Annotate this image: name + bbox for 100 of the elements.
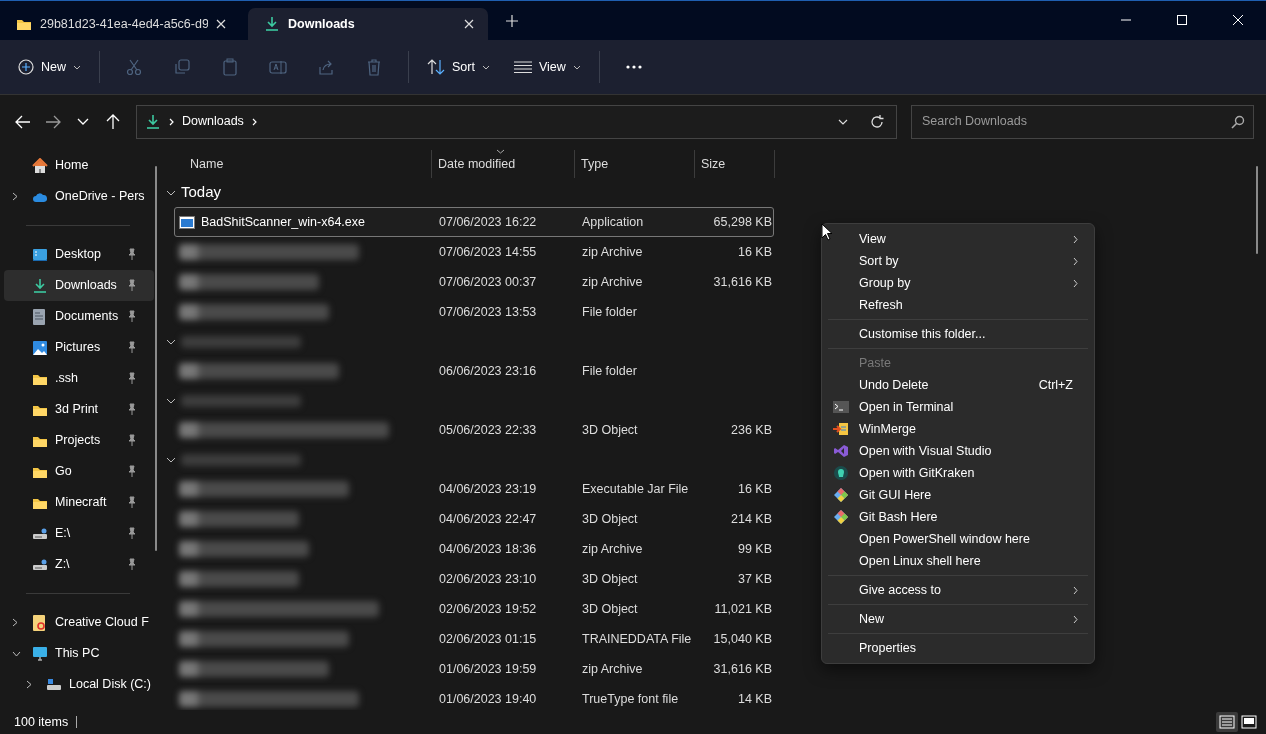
search-field[interactable]: Search Downloads [911,104,1254,139]
chevron-down-icon[interactable] [166,397,176,404]
date-cell-text: 02/06/2023 01:15 [438,630,538,648]
sidebar-item[interactable]: Pictures [4,332,154,363]
sidebar-item[interactable]: E:\ [4,518,154,549]
sidebar-item[interactable]: Projects [4,425,154,456]
git-icon [833,510,849,524]
close-icon[interactable] [216,19,226,29]
menu-item[interactable]: Open with Visual Studio [826,440,1090,462]
file-row[interactable]: 01/06/2023 19:59 zip Archive 31,616 KB [174,654,774,684]
menu-item[interactable]: Git Bash Here [826,506,1090,528]
sidebar-item[interactable]: Local Disk (C:) [18,669,154,700]
menu-item[interactable]: Group by [826,272,1090,294]
menu-item[interactable]: Customise this folder... [826,323,1090,345]
sidebar-item[interactable]: Desktop [4,239,154,270]
view-button[interactable]: View [505,49,589,85]
column-header[interactable]: Size [695,150,775,178]
chevron-down-icon[interactable] [838,118,848,125]
sidebar-item[interactable]: 3d Print [4,394,154,425]
close-icon[interactable] [464,19,474,29]
size-cell-text: 99 KB [736,540,773,558]
menu-item[interactable]: Open Linux shell here [826,550,1090,572]
file-row[interactable]: 02/06/2023 23:10 3D Object 37 KB [174,564,774,594]
file-row[interactable]: 07/06/2023 14:55 zip Archive 16 KB [174,237,774,267]
sidebar-item[interactable]: Minecraft [4,487,154,518]
column-header[interactable]: Type [575,150,695,178]
type-cell-text: File folder [581,303,638,321]
sidebar-item[interactable]: Home [4,150,154,181]
menu-item[interactable]: WinMerge [826,418,1090,440]
file-row[interactable]: 04/06/2023 18:36 zip Archive 99 KB [174,534,774,564]
type-cell-text: 3D Object [581,510,639,528]
menu-item[interactable]: Give access to [826,579,1090,601]
menu-item[interactable]: Undo Delete Ctrl+Z [826,374,1090,396]
rename-icon [269,58,287,76]
file-row[interactable]: 06/06/2023 23:16 File folder [174,356,774,386]
date-cell-text: 07/06/2023 14:55 [438,243,538,261]
refresh-icon[interactable] [870,114,884,129]
folder-icon [16,17,32,31]
type-cell-text: TrueType font file [581,690,680,708]
file-name[interactable]: BadShitScanner_win-x64.exe [201,212,365,232]
file-row[interactable]: 02/06/2023 19:52 3D Object 11,021 KB [174,594,774,624]
file-row[interactable]: 01/06/2023 19:40 TrueType font file 14 KB [174,684,774,714]
details-view-button[interactable] [1216,712,1238,732]
chevron-down-icon[interactable] [166,338,176,345]
trash-icon [365,58,383,76]
merge-icon [833,422,849,436]
menu-item[interactable]: Sort by [826,250,1090,272]
sort-button[interactable]: Sort [419,49,498,85]
column-header[interactable]: Date modified [432,150,575,178]
sidebar-item[interactable]: Documents [4,301,154,332]
file-row[interactable]: 04/06/2023 22:47 3D Object 214 KB [174,504,774,534]
chevron-down-icon[interactable] [166,456,176,463]
file-row[interactable]: 05/06/2023 22:33 3D Object 236 KB [174,415,774,445]
column-header[interactable]: Name [174,150,432,178]
date-cell-text: 06/06/2023 23:16 [438,362,538,380]
address-bar[interactable]: Downloads [136,104,897,139]
tab[interactable]: 29b81d23-41ea-4ed4-a5c6-d9 [0,8,240,40]
chevron-down-icon[interactable] [12,650,21,657]
file-row[interactable]: 07/06/2023 00:37 zip Archive 31,616 KB [174,267,774,297]
search-input[interactable]: Search Downloads [920,111,1231,132]
menu-item[interactable]: New [826,608,1090,630]
chevron-right-icon [169,117,174,126]
new-button[interactable]: New [10,49,89,85]
menu-item[interactable]: Git GUI Here [826,484,1090,506]
picture-icon [32,339,48,356]
plus-circle-icon [18,59,34,75]
scrollbar[interactable] [155,166,157,551]
file-row[interactable]: 02/06/2023 01:15 TRAINEDDATA File 15,040 KB [174,624,774,654]
type-cell-text: TRAINEDDATA File [581,630,693,648]
menu-item[interactable]: Open in Terminal [826,396,1090,418]
scrollbar[interactable] [1256,166,1258,254]
file-row[interactable]: BadShitScanner_win-x64.exe 07/06/2023 16:22 Application 65,298 KB [174,207,774,237]
menu-item[interactable]: Properties [826,637,1090,659]
file-row[interactable]: 04/06/2023 23:19 Executable Jar File 16 KB [174,474,774,504]
sidebar-item[interactable]: Downloads [4,270,154,301]
chevron-right-icon[interactable] [12,618,18,627]
chevron-right-icon[interactable] [12,192,18,201]
sidebar-item[interactable]: OneDrive - Pers [4,181,154,212]
size-cell-text: 236 KB [730,421,773,439]
menu-item[interactable]: Open PowerShell window here [826,528,1090,550]
download-icon [264,16,280,32]
maximize-icon [1177,15,1187,25]
sidebar-item[interactable]: Go [4,456,154,487]
tiles-view-button[interactable] [1238,712,1260,732]
group-header[interactable]: Today [181,181,222,204]
size-cell-text: 16 KB [736,480,773,498]
menu-item[interactable]: Refresh [826,294,1090,316]
sidebar-item[interactable]: Creative Cloud F [4,607,154,638]
menu-item[interactable]: Open with GitKraken [826,462,1090,484]
sidebar-item[interactable]: .ssh [4,363,154,394]
tab[interactable]: Downloads [248,8,488,40]
date-cell-text: 01/06/2023 19:40 [438,690,538,708]
file-row[interactable]: 07/06/2023 13:53 File folder [174,297,774,327]
type-cell-text: Executable Jar File [581,480,690,498]
sidebar-item[interactable]: This PC [4,638,154,669]
chevron-right-icon[interactable] [26,680,32,689]
chevron-down-icon [73,64,81,70]
sidebar-item[interactable]: Z:\ [4,549,154,580]
breadcrumb[interactable]: Downloads [182,112,244,131]
chevron-down-icon[interactable] [166,189,176,196]
